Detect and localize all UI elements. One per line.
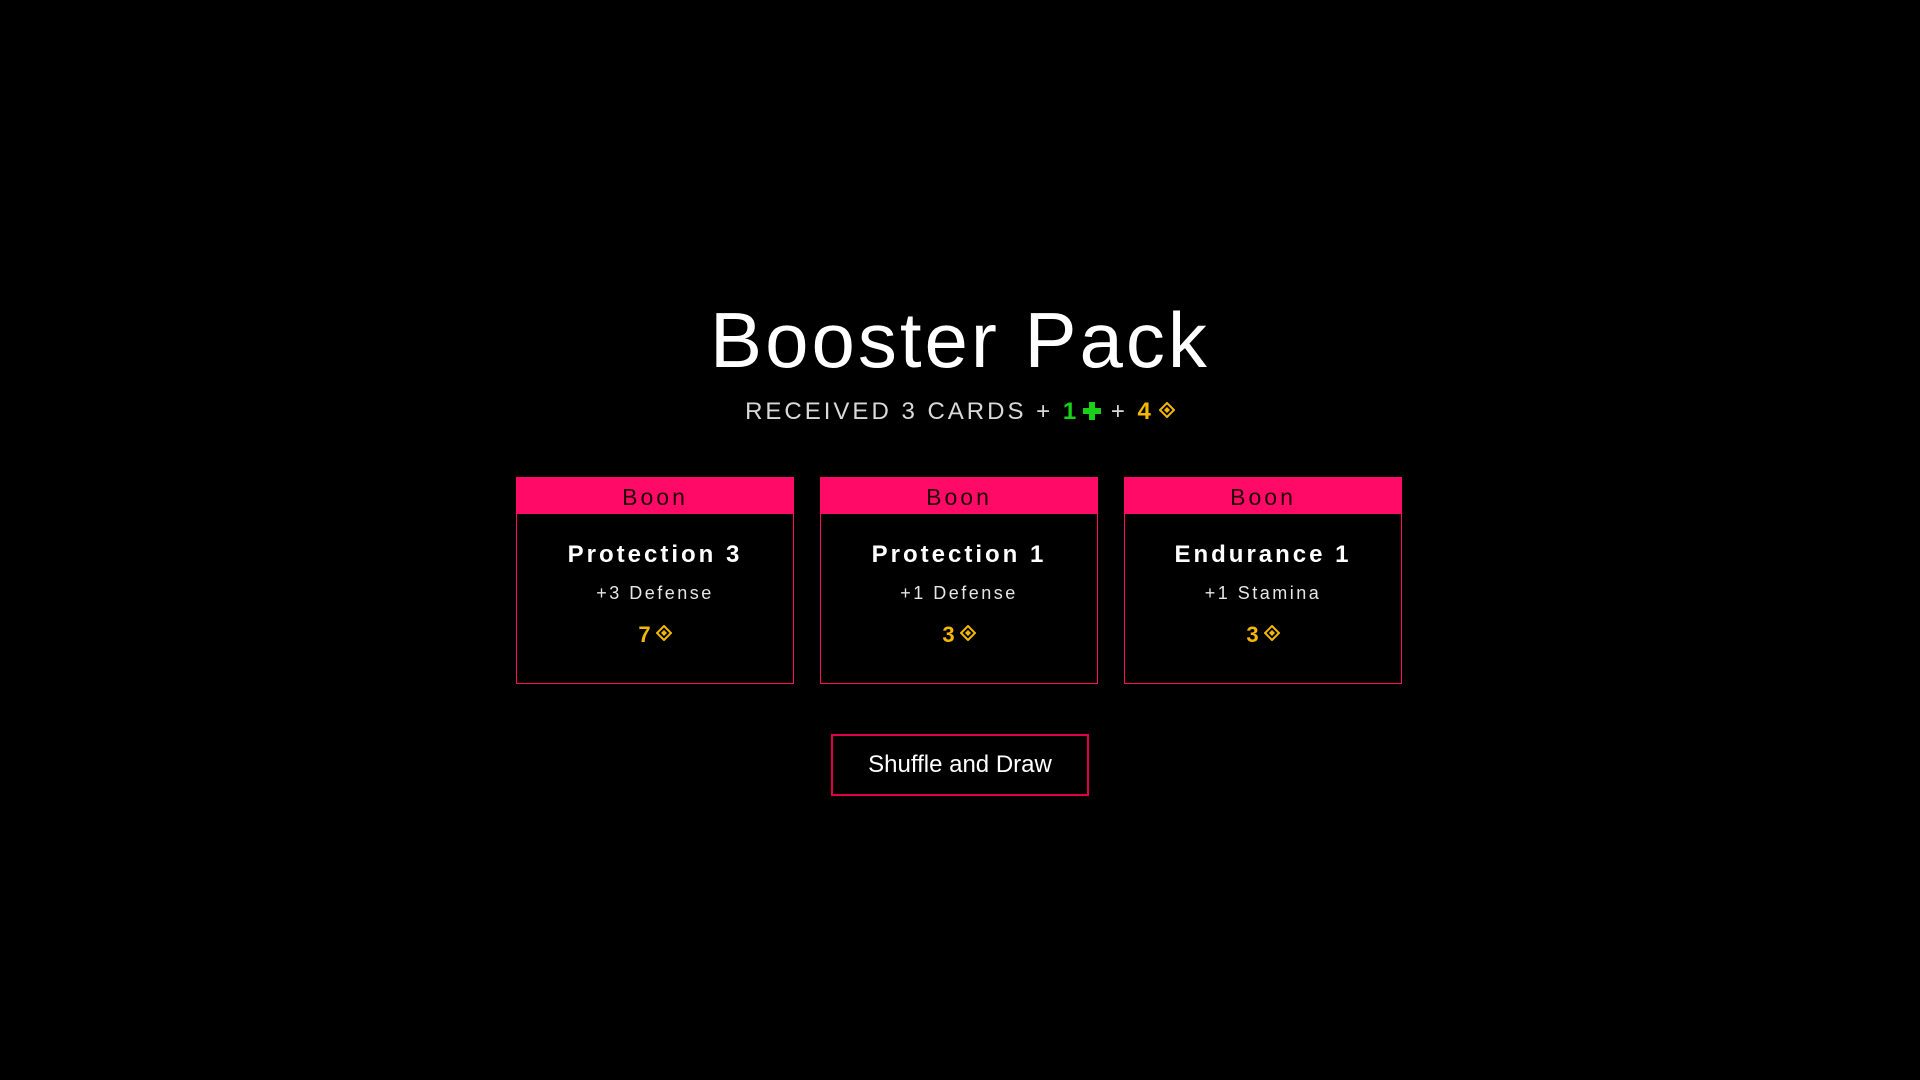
- card-cost: 7: [517, 622, 793, 648]
- gem-icon: [1263, 625, 1280, 641]
- shuffle-and-draw-button[interactable]: Shuffle and Draw: [831, 734, 1089, 796]
- card[interactable]: Boon Protection 1 +1 Defense 3: [820, 477, 1098, 684]
- card-type: Boon: [821, 478, 1097, 514]
- card-effect: +3 Defense: [596, 583, 714, 603]
- card-name: Protection 3: [567, 541, 743, 568]
- card-list: Boon Protection 3 +3 Defense 7 Boon Prot…: [516, 477, 1404, 686]
- rewards-summary-separator: +: [1101, 398, 1138, 425]
- gold-reward-amount: 4: [1137, 398, 1154, 425]
- rewards-summary: RECEIVED 3 CARDS + 1 + 4: [0, 396, 1920, 428]
- card-cost-value: 3: [942, 622, 955, 647]
- page-title: Booster Pack: [710, 296, 1210, 384]
- card[interactable]: Boon Protection 3 +3 Defense 7: [516, 477, 794, 684]
- card-cost: 3: [821, 622, 1097, 648]
- card-name: Endurance 1: [1174, 541, 1352, 568]
- booster-pack-screen: Booster Pack RECEIVED 3 CARDS + 1 + 4 Bo…: [0, 0, 1920, 1080]
- rewards-summary-prefix: RECEIVED 3 CARDS +: [745, 398, 1063, 425]
- card[interactable]: Boon Endurance 1 +1 Stamina 3: [1124, 477, 1402, 684]
- plus-icon: [1083, 402, 1102, 420]
- card-cost: 3: [1125, 622, 1401, 648]
- gem-icon: [1158, 402, 1175, 418]
- gem-icon: [655, 625, 672, 641]
- card-cost-value: 3: [1246, 622, 1259, 647]
- card-name: Protection 1: [871, 541, 1047, 568]
- health-reward-amount: 1: [1062, 398, 1080, 425]
- gem-icon: [959, 625, 976, 641]
- card-type: Boon: [517, 478, 793, 514]
- card-type: Boon: [1125, 478, 1401, 514]
- card-effect: +1 Stamina: [1204, 583, 1322, 603]
- card-effect: +1 Defense: [900, 583, 1018, 603]
- card-cost-value: 7: [638, 622, 651, 647]
